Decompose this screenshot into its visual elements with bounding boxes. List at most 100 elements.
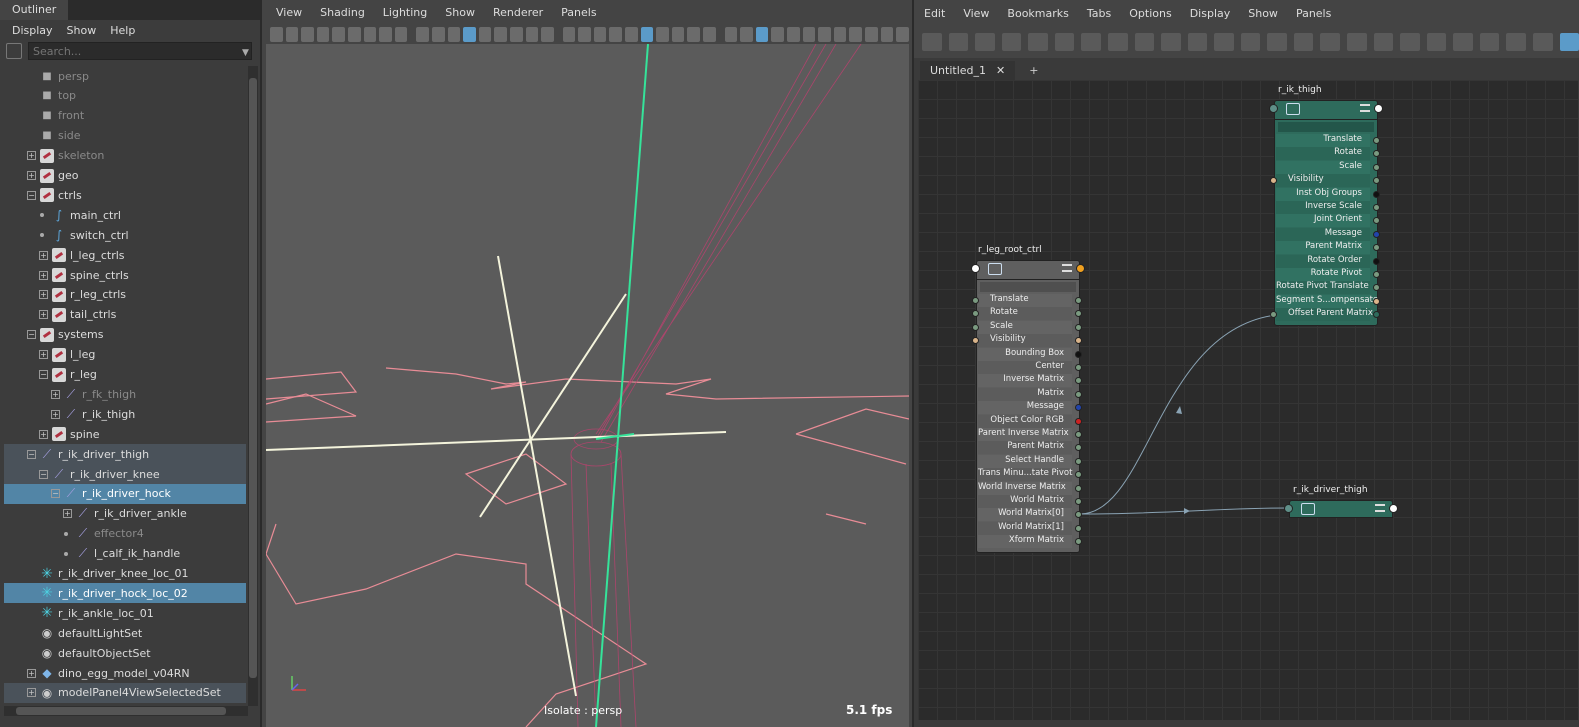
node-search-bar[interactable]	[1278, 122, 1374, 132]
node-menu-icon[interactable]	[1375, 504, 1385, 512]
add-tab-button[interactable]: +	[1029, 64, 1038, 80]
outliner-item-switch-ctrl[interactable]: ∫ switch_ctrl	[4, 225, 246, 245]
node-editor-tool-button-icon[interactable]	[1107, 33, 1128, 51]
attribute-output-port[interactable]	[1075, 297, 1082, 304]
viewport-tool-button-icon[interactable]	[478, 26, 492, 42]
node-attribute-row[interactable]: Segment S...ompensate	[1276, 294, 1378, 308]
node-attribute-row[interactable]: Inverse Scale	[1276, 201, 1370, 214]
viewport-tool-button-icon[interactable]	[541, 26, 554, 42]
viewport-tool-button-icon[interactable]	[270, 26, 283, 42]
outliner-item-spine-ctrls[interactable]: + spine_ctrls	[4, 265, 246, 285]
outliner-item-ctrls[interactable]: − ctrls	[4, 185, 246, 205]
expand-icon[interactable]: +	[39, 350, 48, 360]
node-editor-tool-button-icon[interactable]	[1373, 33, 1394, 51]
node-attribute-row[interactable]: Scale	[978, 320, 1072, 334]
node-editor-tool-button-icon[interactable]	[1400, 33, 1420, 51]
viewport-tool-button-icon[interactable]	[755, 26, 769, 42]
node-editor-tool-button-icon[interactable]	[1267, 33, 1287, 51]
node-editor-tool-button-icon[interactable]	[1453, 33, 1473, 51]
outliner-item-effector4[interactable]: ⟋ effector4	[4, 524, 246, 544]
menu-view[interactable]: View	[963, 7, 989, 20]
node-graph-canvas[interactable]: r_ik_thigh Translate Rotate Scale Visibility…	[918, 80, 1578, 720]
node-attribute-row[interactable]: World Matrix	[978, 495, 1072, 508]
node-attribute-row[interactable]: Trans Minu...tate Pivot	[978, 468, 1072, 482]
expand-icon[interactable]: +	[27, 668, 36, 678]
node-editor-tool-button-icon[interactable]	[1054, 33, 1075, 51]
node-input-port[interactable]	[971, 264, 980, 273]
expand-icon[interactable]: +	[27, 151, 36, 161]
node-attribute-row[interactable]: Offset Parent Matrix	[1276, 308, 1373, 322]
outliner-item-dino-egg-model-v04rn[interactable]: + ◆ dino_egg_model_v04RN	[4, 663, 246, 683]
viewport-tool-button-icon[interactable]	[363, 26, 377, 42]
collapse-icon[interactable]: −	[27, 449, 36, 459]
node-editor-tool-button-icon[interactable]	[1347, 33, 1367, 51]
viewport-tool-button-icon[interactable]	[740, 26, 753, 42]
expand-icon[interactable]: +	[39, 310, 48, 320]
outliner-item-r-ik-thigh[interactable]: + ⟋ r_ik_thigh	[4, 404, 246, 424]
outliner-item-r-ik-ankle-loc-01[interactable]: ✳ r_ik_ankle_loc_01	[4, 603, 246, 623]
menu-help[interactable]: Help	[110, 24, 135, 37]
menu-shading[interactable]: Shading	[320, 6, 365, 19]
node-editor-tool-button-icon[interactable]	[922, 33, 942, 51]
node-attribute-row[interactable]: Matrix	[978, 387, 1072, 401]
node-editor-tool-button-icon[interactable]	[1532, 33, 1553, 51]
attribute-output-port[interactable]	[1075, 364, 1082, 371]
attribute-output-port[interactable]	[1075, 524, 1082, 532]
menu-renderer[interactable]: Renderer	[493, 6, 543, 19]
node-attribute-row[interactable]: Rotate	[1276, 147, 1370, 161]
outliner-vertical-scrollbar[interactable]	[248, 66, 258, 706]
node-editor-tool-button-icon[interactable]	[1001, 33, 1022, 51]
viewport-tool-button-icon[interactable]	[347, 26, 361, 42]
attribute-output-port[interactable]	[1373, 271, 1380, 278]
expand-icon[interactable]: +	[51, 389, 60, 399]
outliner-item-top[interactable]: ■ top	[4, 86, 246, 106]
outliner-item-r-ik-driver-hock[interactable]: − ⟋ r_ik_driver_hock	[4, 483, 246, 504]
viewport-tool-button-icon[interactable]	[509, 26, 523, 42]
viewport-tool-button-icon[interactable]	[864, 26, 878, 42]
attribute-input-port[interactable]	[972, 297, 979, 304]
node-output-port[interactable]	[1076, 264, 1085, 273]
node-attribute-row[interactable]: Visibility	[1276, 174, 1370, 188]
attribute-output-port[interactable]	[1075, 350, 1082, 358]
viewport-tool-button-icon[interactable]	[447, 26, 461, 42]
outliner-item-side[interactable]: ■ side	[4, 126, 246, 146]
node-editor-tool-button-icon[interactable]	[1426, 33, 1447, 51]
outliner-item-r-ik-driver-thigh[interactable]: − ⟋ r_ik_driver_thigh	[4, 444, 246, 465]
node-attribute-row[interactable]: Select Handle	[978, 454, 1072, 468]
close-icon[interactable]: ✕	[996, 64, 1005, 77]
attribute-input-port[interactable]	[972, 323, 979, 331]
attribute-output-port[interactable]	[1373, 190, 1380, 198]
node-attribute-row[interactable]: Inst Obj Groups	[1276, 187, 1370, 201]
attribute-output-port[interactable]	[1075, 484, 1082, 492]
expand-icon[interactable]: +	[63, 509, 72, 519]
attribute-output-port[interactable]	[1373, 163, 1380, 171]
node-editor-tool-button-icon[interactable]	[1240, 33, 1261, 51]
outliner-horizontal-scrollbar[interactable]	[4, 706, 248, 716]
node-attribute-row[interactable]: Parent Matrix	[1276, 241, 1370, 255]
attribute-output-port[interactable]	[1075, 431, 1082, 438]
node-menu-icon[interactable]	[1062, 264, 1072, 272]
viewport-tool-button-icon[interactable]	[379, 26, 392, 42]
node-attribute-row[interactable]: World Matrix[0]	[978, 508, 1072, 522]
attribute-output-port[interactable]	[1373, 137, 1380, 144]
outliner-item-r-ik-driver-hock-loc-02[interactable]: ✳ r_ik_driver_hock_loc_02	[4, 583, 246, 604]
collapse-icon[interactable]: −	[39, 469, 48, 479]
node-attribute-row[interactable]: Translate	[1276, 134, 1370, 147]
node-editor-tool-button-icon[interactable]	[1187, 33, 1208, 51]
connection-worldmatrix-to-offsetparentmatrix[interactable]	[1079, 314, 1277, 515]
attribute-output-port[interactable]	[1075, 498, 1082, 505]
outliner-item-persp[interactable]: ■ persp	[4, 66, 246, 86]
node-attribute-row[interactable]: Message	[1276, 227, 1370, 241]
viewport-tool-button-icon[interactable]	[849, 26, 862, 42]
expand-icon[interactable]: +	[27, 171, 36, 180]
outliner-item-r-fk-thigh[interactable]: + ⟋ r_fk_thigh	[4, 384, 246, 404]
node-editor-tool-button-icon[interactable]	[1506, 33, 1526, 51]
outliner-item-l-calf-ik-handle[interactable]: ⟋ l_calf_ik_handle	[4, 544, 246, 564]
viewport-tool-button-icon[interactable]	[802, 26, 816, 42]
expand-icon[interactable]: +	[39, 250, 48, 260]
node-attribute-row[interactable]: Joint Orient	[1276, 214, 1370, 228]
outliner-item-l-leg[interactable]: + l_leg	[4, 345, 246, 365]
node-attribute-row[interactable]: Inverse Matrix	[978, 374, 1072, 388]
menu-options[interactable]: Options	[1129, 7, 1171, 20]
expand-icon[interactable]: +	[27, 688, 36, 698]
